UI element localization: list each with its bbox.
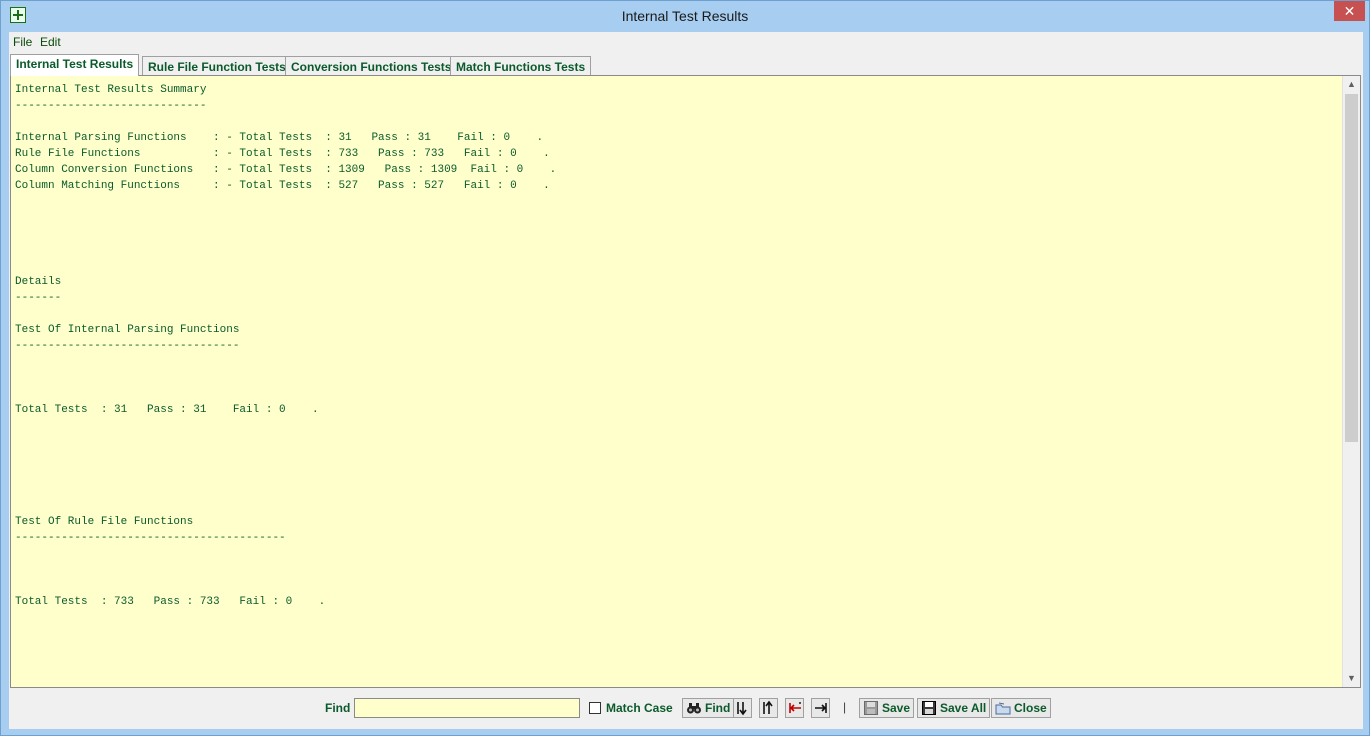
report-line <box>15 418 556 434</box>
find-label: Find <box>325 701 351 715</box>
report-text: Internal Test Results Summary -----------… <box>15 82 556 610</box>
window-title: Internal Test Results <box>621 8 749 24</box>
match-case-label[interactable]: Match Case <box>606 701 673 715</box>
report-line: Test Of Internal Parsing Functions <box>15 324 240 336</box>
client-area: File Edit Internal Test Results Rule Fil… <box>9 32 1363 729</box>
report-line <box>15 562 556 578</box>
report-line <box>15 466 556 482</box>
save-all-button[interactable]: Save All <box>917 698 991 718</box>
floppy-icon <box>921 700 937 716</box>
report-line <box>15 114 556 130</box>
scroll-down-icon[interactable]: ▼ <box>1343 670 1360 687</box>
menu-edit[interactable]: Edit <box>40 35 61 49</box>
report-line: Total Tests : 733 Pass : 733 Fail : 0 . <box>15 596 326 608</box>
report-line <box>15 210 556 226</box>
report-line <box>15 546 556 562</box>
match-case-checkbox[interactable] <box>589 702 601 714</box>
report-line: Column Conversion Functions : - Total Te… <box>15 164 557 176</box>
folder-close-icon <box>995 700 1011 716</box>
arrow-right-bar-icon <box>813 700 829 716</box>
tab-match-functions-tests[interactable]: Match Functions Tests <box>450 56 592 75</box>
vertical-scrollbar[interactable]: ▲ ▼ <box>1342 76 1360 687</box>
find-last-button[interactable] <box>811 698 830 718</box>
report-line <box>15 258 556 274</box>
report-line <box>15 386 556 402</box>
window-close-button[interactable]: ✕ <box>1334 1 1365 21</box>
report-line <box>15 306 556 322</box>
arrow-left-bar-icon <box>787 700 803 716</box>
tab-strip: Internal Test Results Rule File Function… <box>9 54 1363 76</box>
find-button-label: Find <box>705 701 731 715</box>
report-line: ------- <box>15 292 62 304</box>
report-line: Internal Test Results Summary <box>15 84 207 96</box>
scroll-thumb[interactable] <box>1345 94 1358 442</box>
report-line: ----------------------------------------… <box>15 532 286 544</box>
find-button[interactable]: Find <box>682 698 735 718</box>
report-line: ----------------------------- <box>15 100 207 112</box>
floppy-disabled-icon <box>863 700 879 716</box>
report-line <box>15 482 556 498</box>
close-button-label: Close <box>1014 701 1047 715</box>
save-button-label: Save <box>882 701 911 715</box>
report-line <box>15 434 556 450</box>
title-bar[interactable]: Internal Test Results ✕ <box>1 1 1369 32</box>
report-line: ---------------------------------- <box>15 340 240 352</box>
tab-rule-file-function-tests[interactable]: Rule File Function Tests <box>142 56 292 75</box>
tab-internal-test-results[interactable]: Internal Test Results <box>10 54 140 76</box>
report-line: Rule File Functions : - Total Tests : 73… <box>15 148 550 160</box>
report-line: Details <box>15 276 62 288</box>
find-next-button[interactable] <box>733 698 752 718</box>
report-line: Internal Parsing Functions : - Total Tes… <box>15 132 544 144</box>
find-previous-button[interactable] <box>759 698 778 718</box>
menu-bar: File Edit <box>9 32 1363 52</box>
toolbar-separator: | <box>843 700 847 714</box>
find-first-button[interactable] <box>785 698 804 718</box>
arrow-up-icon <box>761 700 777 716</box>
report-line: Column Matching Functions : - Total Test… <box>15 180 550 192</box>
report-line <box>15 450 556 466</box>
results-text-area[interactable]: Internal Test Results Summary -----------… <box>10 75 1361 688</box>
save-all-button-label: Save All <box>940 701 987 715</box>
report-line <box>15 194 556 210</box>
report-line: Total Tests : 31 Pass : 31 Fail : 0 . <box>15 404 319 416</box>
scroll-up-icon[interactable]: ▲ <box>1343 76 1360 93</box>
report-line <box>15 226 556 242</box>
arrow-down-icon <box>735 700 751 716</box>
report-line <box>15 498 556 514</box>
report-line <box>15 242 556 258</box>
close-button[interactable]: Close <box>991 698 1051 718</box>
find-toolbar: Find Match Case Find | Save Save All Clo… <box>9 688 1363 729</box>
report-line: Test Of Rule File Functions <box>15 516 194 528</box>
app-window: Internal Test Results ✕ File Edit Intern… <box>0 0 1370 736</box>
find-input[interactable] <box>354 698 580 718</box>
report-line <box>15 578 556 594</box>
menu-file[interactable]: File <box>13 35 32 49</box>
binoculars-icon <box>686 700 702 716</box>
report-line <box>15 370 556 386</box>
report-line <box>15 354 556 370</box>
save-button[interactable]: Save <box>859 698 915 718</box>
tab-conversion-functions-tests[interactable]: Conversion Functions Tests <box>285 56 458 75</box>
